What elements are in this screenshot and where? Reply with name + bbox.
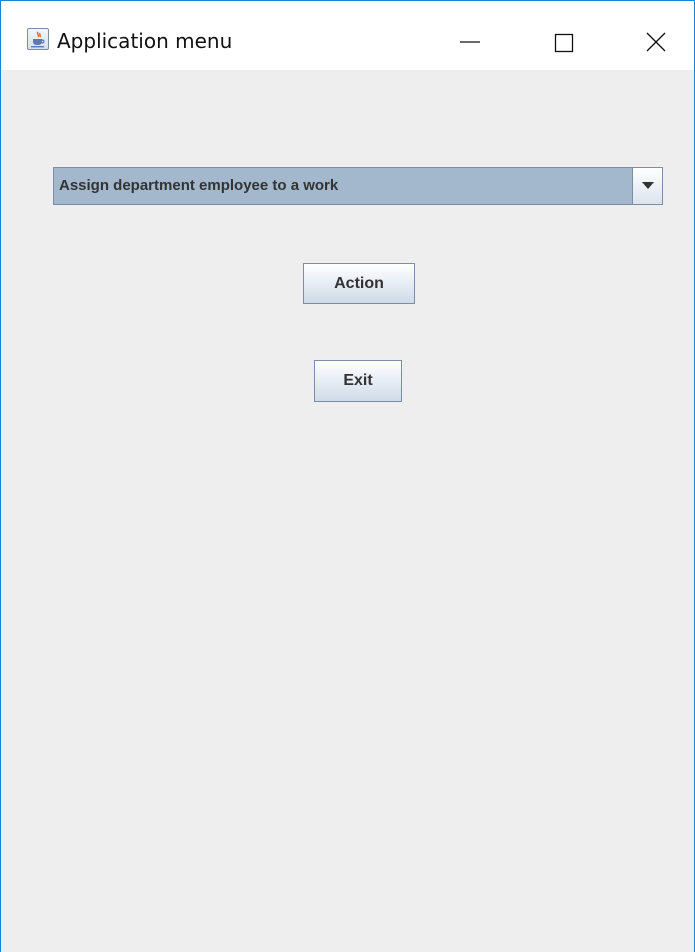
dropdown-selected-value: Assign department employee to a work bbox=[59, 177, 339, 194]
chevron-down-icon bbox=[641, 182, 654, 189]
exit-button[interactable]: Exit bbox=[314, 360, 402, 402]
dropdown-arrow-button[interactable] bbox=[632, 168, 662, 204]
action-dropdown[interactable]: Assign department employee to a work bbox=[53, 167, 663, 205]
application-window: Application menu Assign department emplo… bbox=[0, 0, 695, 952]
action-button[interactable]: Action bbox=[303, 263, 415, 304]
close-icon bbox=[646, 32, 666, 52]
title-bar[interactable]: Application menu bbox=[1, 1, 694, 70]
window-title: Application menu bbox=[57, 29, 233, 53]
close-button[interactable] bbox=[633, 22, 679, 62]
java-cup-icon[interactable] bbox=[27, 28, 49, 50]
maximize-icon bbox=[554, 33, 574, 53]
maximize-button[interactable] bbox=[540, 22, 586, 62]
minimize-icon bbox=[460, 41, 480, 43]
minimize-button[interactable] bbox=[447, 22, 493, 62]
